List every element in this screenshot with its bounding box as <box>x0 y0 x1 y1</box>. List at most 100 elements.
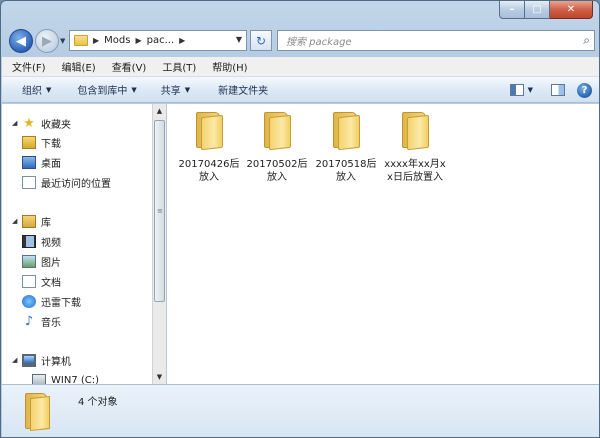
folder-name: xxxx年xx月xx日后放置入 <box>384 159 446 183</box>
computer-icon <box>22 353 36 367</box>
nav-item-label: 文档 <box>41 277 61 289</box>
chevron-down-icon: ▼ <box>131 85 137 94</box>
folder-icon <box>193 110 225 151</box>
collapse-icon[interactable]: ◢ <box>12 119 22 127</box>
nav-item-label: 音乐 <box>41 317 61 329</box>
new-folder-label: 新建文件夹 <box>218 86 269 97</box>
command-bar-right: ▼ ? <box>509 77 599 103</box>
nav-libraries-label: 库 <box>41 217 51 229</box>
item-count: 4 个对象 <box>78 397 118 408</box>
folder-name: 20170502后放入 <box>246 159 308 183</box>
address-row: ◀ ▶ ▼ ▶ Mods ▶ pac... ▶ ▼ ↻ 搜索 package ⌕ <box>7 28 595 54</box>
close-button[interactable]: ✕ <box>550 1 593 19</box>
folder-icon <box>74 35 88 46</box>
share-button[interactable]: 共享 ▼ <box>147 82 200 98</box>
pictures-icon <box>22 254 36 268</box>
menu-view[interactable]: 查看(V) <box>102 59 153 74</box>
collapse-icon[interactable]: ◢ <box>12 356 22 364</box>
search-icon[interactable]: ⌕ <box>583 33 590 48</box>
nav-computer[interactable]: ◢ 计算机 <box>2 351 71 369</box>
change-view-icon[interactable] <box>509 84 524 96</box>
desktop-icon <box>22 155 36 169</box>
nav-item-label: WIN7 (C:) <box>51 374 100 385</box>
view-options-dropdown[interactable]: ▼ <box>528 86 533 94</box>
minimize-button[interactable]: – <box>499 1 525 19</box>
folder-icon <box>330 110 362 151</box>
nav-item-label: 图片 <box>41 257 61 269</box>
nav-favorites[interactable]: ◢ ★ 收藏夹 <box>2 114 71 132</box>
details-pane: 4 个对象 <box>2 384 599 437</box>
folder-name: 20170426后放入 <box>178 159 240 183</box>
chevron-down-icon: ▼ <box>184 85 191 94</box>
nav-item-music[interactable]: ♪ 音乐 <box>22 312 61 330</box>
back-button[interactable]: ◀ <box>9 29 33 53</box>
folder-name: 20170518后放入 <box>315 159 377 183</box>
nav-item-label: 迅雷下载 <box>41 297 81 309</box>
drive-icon <box>32 373 46 384</box>
menu-edit[interactable]: 编辑(E) <box>52 59 102 74</box>
organize-button[interactable]: 组织 ▼ <box>2 82 61 98</box>
maximize-button[interactable]: □ <box>525 1 550 19</box>
breadcrumb-package[interactable]: pac... <box>147 35 175 46</box>
menu-file[interactable]: 文件(F) <box>2 59 52 74</box>
scroll-up-button[interactable]: ▲ <box>153 104 166 118</box>
share-label: 共享 <box>160 86 181 97</box>
caption-buttons: – □ ✕ <box>499 1 593 19</box>
documents-icon <box>22 274 36 288</box>
recent-places-icon <box>22 175 36 189</box>
chevron-right-icon[interactable]: ▶ <box>93 36 99 45</box>
library-icon <box>22 214 36 228</box>
help-icon[interactable]: ? <box>577 82 592 98</box>
breadcrumb-mods[interactable]: Mods <box>104 35 130 46</box>
folder-item[interactable]: 20170426后放入 <box>177 110 241 184</box>
explorer-window: – □ ✕ ◀ ▶ ▼ ▶ Mods ▶ pac... ▶ ▼ ↻ 搜索 pac… <box>0 0 600 438</box>
folder-icon <box>399 110 431 151</box>
nav-favorites-label: 收藏夹 <box>41 119 71 131</box>
file-list: 20170426后放入 20170502后放入 20170518后放入 xxxx… <box>167 104 599 384</box>
nav-libraries[interactable]: ◢ 库 <box>2 212 51 230</box>
folder-item[interactable]: 20170518后放入 <box>314 110 378 184</box>
nav-item-label: 下载 <box>41 138 61 150</box>
folder-icon <box>261 110 293 151</box>
folder-icon <box>24 391 54 432</box>
nav-item-recent-places[interactable]: 最近访问的位置 <box>22 173 111 191</box>
refresh-button[interactable]: ↻ <box>250 30 272 51</box>
nav-item-label: 桌面 <box>41 158 61 170</box>
music-note-icon: ♪ <box>24 313 34 329</box>
nav-item-drive-c[interactable]: WIN7 (C:) <box>32 371 99 384</box>
collapse-icon[interactable]: ◢ <box>12 217 22 225</box>
scroll-down-button[interactable]: ▼ <box>153 370 166 384</box>
nav-item-videos[interactable]: 视频 <box>22 232 61 250</box>
navigation-pane: ◢ ★ 收藏夹 下载 桌面 最近访问的位置 ◢ 库 视频 图片 文档 迅雷下载 … <box>2 104 152 384</box>
nav-item-thunder-downloads[interactable]: 迅雷下载 <box>22 292 81 310</box>
nav-item-label: 最近访问的位置 <box>41 178 111 190</box>
search-placeholder: 搜索 package <box>286 37 352 48</box>
nav-item-documents[interactable]: 文档 <box>22 272 61 290</box>
menu-tools[interactable]: 工具(T) <box>152 59 202 74</box>
folder-item[interactable]: xxxx年xx月xx日后放置入 <box>383 110 447 184</box>
address-bar[interactable]: ▶ Mods ▶ pac... ▶ ▼ <box>69 30 247 51</box>
nav-computer-label: 计算机 <box>41 356 71 368</box>
search-input[interactable]: 搜索 package ⌕ <box>277 30 595 51</box>
include-in-library-button[interactable]: 包含到库中 ▼ <box>61 82 146 98</box>
forward-button[interactable]: ▶ <box>35 29 59 53</box>
preview-pane-icon[interactable] <box>551 84 565 96</box>
downloads-icon <box>22 135 36 149</box>
nav-scrollbar[interactable]: ▲ ≡ ▼ <box>152 104 166 384</box>
menu-bar: 文件(F) 编辑(E) 查看(V) 工具(T) 帮助(H) <box>2 57 599 77</box>
menu-help[interactable]: 帮助(H) <box>202 59 253 74</box>
address-dropdown[interactable]: ▼ <box>236 35 242 44</box>
recent-pages-dropdown[interactable]: ▼ <box>60 37 65 45</box>
grip-icon: ≡ <box>157 207 163 215</box>
command-bar: 组织 ▼ 包含到库中 ▼ 共享 ▼ 新建文件夹 ▼ ? <box>2 77 599 103</box>
scroll-thumb[interactable]: ≡ <box>154 120 165 302</box>
thunder-icon <box>22 294 36 308</box>
nav-item-downloads[interactable]: 下载 <box>22 133 61 151</box>
nav-item-desktop[interactable]: 桌面 <box>22 153 61 171</box>
chevron-down-icon: ▼ <box>46 85 52 94</box>
folder-item[interactable]: 20170502后放入 <box>245 110 309 184</box>
new-folder-button[interactable]: 新建文件夹 <box>200 82 278 97</box>
chevron-right-icon[interactable]: ▶ <box>135 36 141 45</box>
chevron-right-icon[interactable]: ▶ <box>179 36 185 45</box>
nav-item-pictures[interactable]: 图片 <box>22 252 61 270</box>
